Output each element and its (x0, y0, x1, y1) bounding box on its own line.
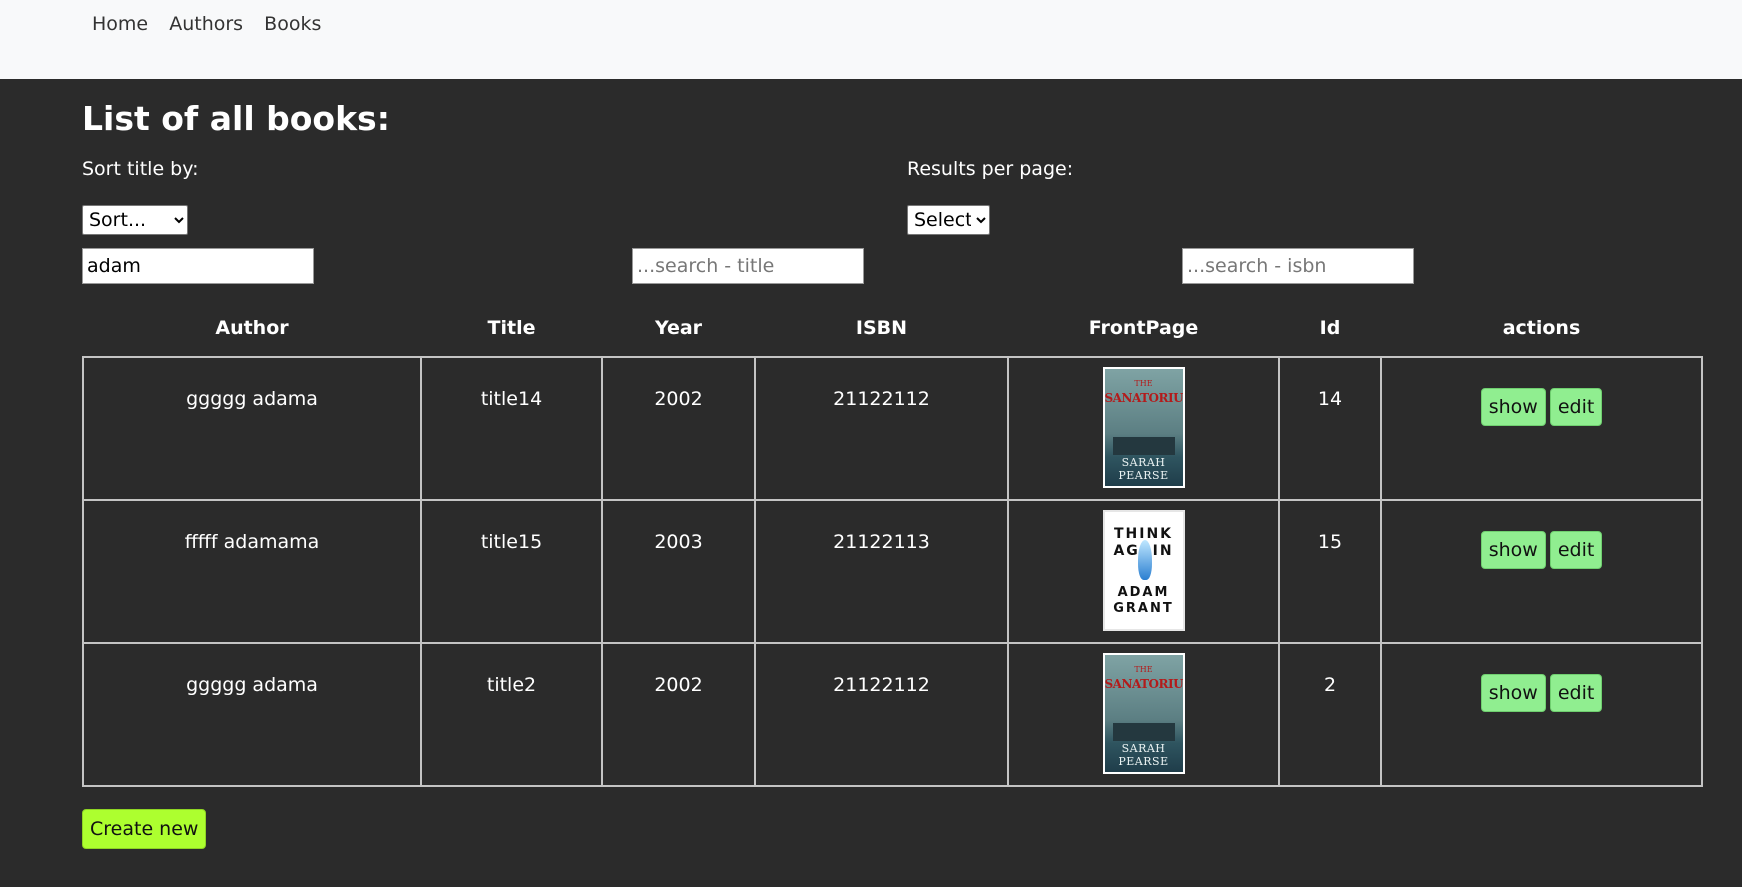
nav-authors-link[interactable]: Authors (169, 13, 243, 35)
author-search-input[interactable] (82, 248, 314, 284)
books-table: Author Title Year ISBN FrontPage Id acti… (82, 300, 1703, 787)
cell-id: 14 (1278, 356, 1382, 501)
edit-button[interactable]: edit (1549, 674, 1603, 712)
header-actions: actions (1502, 317, 1581, 339)
cover-text: SANATORIUM (1104, 391, 1184, 405)
results-per-page-select[interactable]: Select (907, 205, 990, 235)
cover-text: SARAH PEARSE (1118, 742, 1169, 768)
table-row: ggggg adama title14 2002 21122112 THE SA… (82, 356, 1703, 501)
header-id: Id (1319, 317, 1341, 339)
top-navbar: Home Authors Books (0, 0, 1742, 79)
cover-text: SANATORIUM (1104, 677, 1184, 691)
show-button[interactable]: show (1480, 531, 1546, 569)
edit-button[interactable]: edit (1549, 531, 1603, 569)
cell-isbn: 21122112 (754, 642, 1009, 787)
sort-select[interactable]: Sort... (82, 205, 188, 235)
create-new-button[interactable]: Create new (82, 809, 207, 849)
cell-frontpage: THINK AGAIN ADAM GRANT (1007, 499, 1280, 644)
header-title: Title (487, 317, 536, 339)
cover-text: THE (1134, 379, 1153, 388)
cell-year: 2002 (601, 642, 756, 787)
table-row: fffff adamama title15 2003 21122113 THIN… (82, 499, 1703, 644)
cell-title: title2 (420, 642, 603, 787)
sanatorium-cover-image: THE SANATORIUM SARAH PEARSE (1102, 653, 1185, 774)
cell-title: title14 (420, 356, 603, 501)
results-per-page-label: Results per page: (907, 158, 1074, 180)
cell-author: ggggg adama (82, 642, 422, 787)
cover-flame-graphic (1137, 540, 1152, 580)
cell-actions: show edit (1380, 642, 1703, 787)
edit-button[interactable]: edit (1549, 388, 1603, 426)
sanatorium-cover-image: THE SANATORIUM SARAH PEARSE (1102, 367, 1185, 488)
cell-actions: show edit (1380, 356, 1703, 501)
table-row: ggggg adama title2 2002 21122112 THE SAN… (82, 642, 1703, 787)
cover-house-graphic (1112, 723, 1175, 741)
nav-home-link[interactable]: Home (92, 13, 148, 35)
cell-author: ggggg adama (82, 356, 422, 501)
cell-title: title15 (420, 499, 603, 644)
cover-text: GRANT (1113, 601, 1174, 616)
page-title: List of all books: (82, 99, 390, 138)
table-header-row: Author Title Year ISBN FrontPage Id acti… (83, 300, 1702, 357)
show-button[interactable]: show (1480, 674, 1546, 712)
header-author: Author (215, 317, 289, 339)
cell-author: fffff adamama (82, 499, 422, 644)
title-search-input[interactable] (632, 248, 864, 284)
cover-text: THE (1134, 665, 1153, 674)
cell-isbn: 21122113 (754, 499, 1009, 644)
isbn-search-input[interactable] (1182, 248, 1414, 284)
sort-label: Sort title by: (82, 158, 199, 180)
cell-frontpage: THE SANATORIUM SARAH PEARSE (1007, 642, 1280, 787)
show-button[interactable]: show (1480, 388, 1546, 426)
cover-house-graphic (1112, 437, 1175, 455)
cover-text: SARAH PEARSE (1118, 456, 1169, 482)
cell-year: 2002 (601, 356, 756, 501)
cell-year: 2003 (601, 499, 756, 644)
header-isbn: ISBN (855, 317, 908, 339)
header-year: Year (654, 317, 703, 339)
cell-frontpage: THE SANATORIUM SARAH PEARSE (1007, 356, 1280, 501)
header-frontpage: FrontPage (1088, 317, 1199, 339)
cell-actions: show edit (1380, 499, 1703, 644)
cell-id: 15 (1278, 499, 1382, 644)
cell-id: 2 (1278, 642, 1382, 787)
cell-isbn: 21122112 (754, 356, 1009, 501)
cover-text: ADAM (1117, 585, 1170, 600)
think-again-cover-image: THINK AGAIN ADAM GRANT (1102, 510, 1185, 631)
nav-books-link[interactable]: Books (264, 13, 321, 35)
